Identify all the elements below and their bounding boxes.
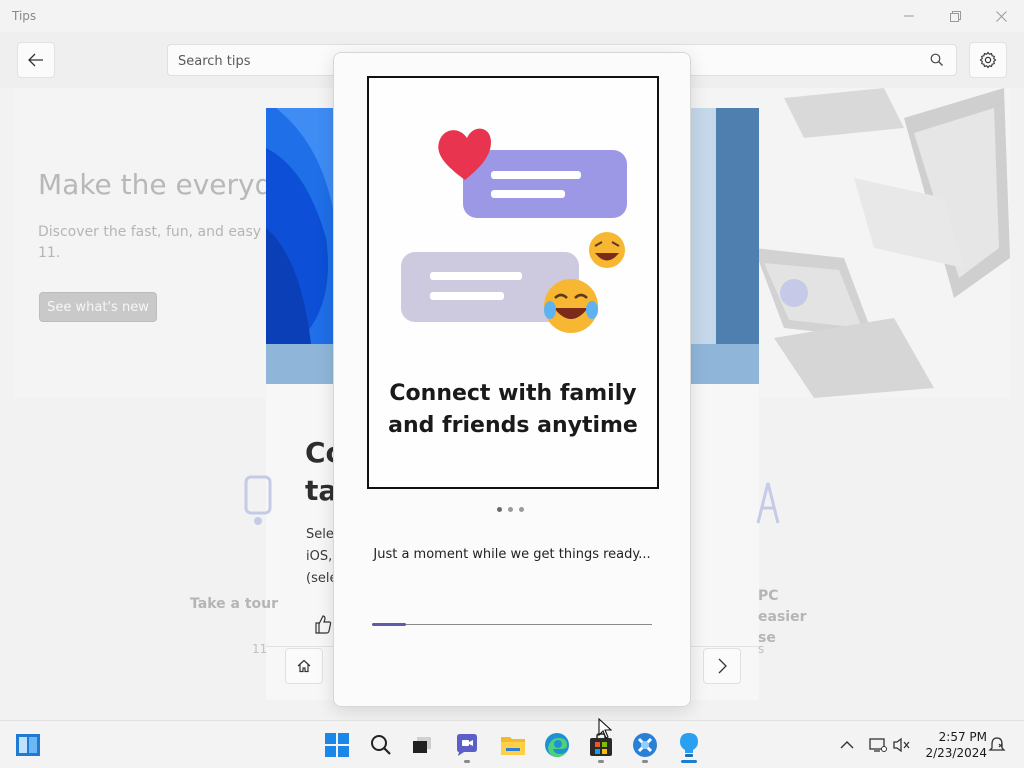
folder-icon [501,737,525,755]
home-icon [297,659,311,673]
teams-chat-button[interactable] [451,729,483,763]
file-explorer-button[interactable] [497,729,529,761]
notification-dnd-icon [988,737,1006,751]
ease-icon [756,482,780,524]
edge-button[interactable] [541,729,573,761]
restore-icon [949,10,961,22]
gear-icon [979,51,997,69]
get-started-icon [633,733,657,757]
volume-button[interactable] [886,729,918,761]
hero-headline: Make the everyd [38,168,273,201]
see-whats-new-button[interactable]: See what's new [39,292,157,322]
loading-status: Just a moment while we get things ready.… [373,547,651,562]
clock-time: 2:57 PM [938,730,987,744]
chevron-up-icon [840,741,854,749]
volume-muted-icon [893,737,910,753]
running-indicator [598,760,604,763]
search-icon [371,735,391,755]
next-button[interactable] [703,648,741,684]
start-button[interactable] [321,729,353,761]
taskbar: 2:57 PM 2/23/2024 [0,720,1024,768]
thumbs-up-icon[interactable] [314,614,332,639]
hero-body: Discover the fast, fun, and easy 11. [38,224,262,261]
chat-illustration [401,128,627,333]
show-hidden-icons-button[interactable] [840,735,854,754]
clock[interactable]: 2:57 PM 2/23/2024 [917,729,987,761]
running-indicator [464,760,470,763]
minimize-button[interactable] [886,0,932,32]
task-view-button[interactable] [406,729,438,761]
widgets-button[interactable] [12,729,44,761]
pc-easier-sub: s [758,642,765,656]
setup-dialog: Connect with family and friends anytime … [333,52,691,707]
carousel-dots [497,507,524,512]
carousel-dot-2[interactable] [508,507,513,512]
carousel-dot-3[interactable] [519,507,524,512]
progress-fill [372,623,406,626]
laughing-emoji-large [544,279,598,333]
back-button[interactable] [17,42,55,78]
minimize-icon [904,15,914,17]
settings-button[interactable] [969,42,1007,78]
network-icon [869,738,887,752]
tour-icon [244,475,272,525]
widgets-icon [16,734,40,756]
take-a-tour-label[interactable]: Take a tour [190,596,278,612]
edge-icon [545,733,569,757]
notifications-button[interactable] [981,729,1013,761]
title-bar: Tips [0,0,1024,32]
carousel-slide: Connect with family and friends anytime [367,76,659,489]
running-indicator [642,760,648,763]
tips-button[interactable] [673,729,705,763]
windows-logo-icon [325,733,349,757]
laptops-illustration [754,88,1010,398]
chevron-right-icon [718,658,727,674]
task-view-icon [413,737,431,753]
app-title: Tips [12,9,37,23]
mouse-cursor-icon [598,718,612,739]
progress-bar [372,623,652,626]
active-indicator [681,760,697,763]
back-arrow-icon [28,53,43,67]
lightbulb-icon [680,733,698,757]
home-button[interactable] [285,648,323,684]
taskbar-search-button[interactable] [365,729,397,761]
take-a-tour-sub: 11 [252,642,268,656]
clock-date: 2/23/2024 [925,746,987,760]
chat-icon [457,734,477,756]
slide-headline: Connect with family and friends anytime [388,381,638,438]
search-icon[interactable] [930,53,944,67]
close-button[interactable] [978,0,1024,32]
carousel-dot-1[interactable] [497,507,502,512]
get-started-button[interactable] [629,729,661,763]
restore-button[interactable] [932,0,978,32]
close-icon [995,10,1007,22]
pc-easier-label[interactable]: PC easier se [758,586,828,649]
laughing-emoji-small [589,232,625,268]
